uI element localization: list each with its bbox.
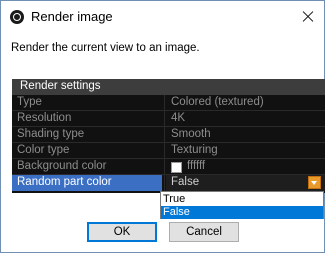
window-title: Render image: [31, 9, 113, 24]
property-value-combo[interactable]: False: [166, 175, 325, 191]
property-value[interactable]: Colored (textured): [166, 95, 325, 111]
property-value[interactable]: 4K: [166, 111, 325, 127]
property-value[interactable]: ffffff: [166, 159, 325, 175]
property-value[interactable]: Texturing: [166, 143, 325, 159]
property-row-shading-type[interactable]: Shading type Smooth: [12, 127, 325, 143]
dropdown-list: True False: [160, 191, 324, 219]
property-label: Random part color: [17, 176, 112, 188]
property-value-text: Colored (textured): [171, 96, 264, 108]
chevron-down-icon[interactable]: [308, 176, 321, 189]
property-value-text: ffffff: [187, 160, 206, 172]
close-icon[interactable]: [292, 1, 324, 33]
property-label: Shading type: [17, 128, 85, 140]
render-image-dialog: Render image Render the current view to …: [0, 0, 325, 253]
property-grid: Render settings Type Colored (textured) …: [12, 79, 325, 193]
property-row-type[interactable]: Type Colored (textured): [12, 95, 325, 111]
property-label: Color type: [17, 144, 70, 156]
property-label: Background color: [17, 160, 107, 172]
property-value-text: False: [171, 176, 200, 188]
property-row-color-type[interactable]: Color type Texturing: [12, 143, 325, 159]
app-logo-icon: [10, 10, 24, 24]
property-row-random-part-color[interactable]: Random part color False: [12, 175, 325, 191]
property-value-text: 4K: [171, 112, 186, 124]
dropdown-option-label: True: [163, 193, 186, 205]
grid-header: Render settings: [12, 79, 325, 95]
property-value-text: Smooth: [171, 128, 211, 140]
grid-header-label: Render settings: [20, 80, 101, 92]
property-value[interactable]: Smooth: [166, 127, 325, 143]
cancel-button[interactable]: Cancel: [169, 222, 239, 242]
property-row-resolution[interactable]: Resolution 4K: [12, 111, 325, 127]
dropdown-option-label: False: [163, 206, 190, 218]
property-value-text: Texturing: [171, 144, 218, 156]
dialog-description: Render the current view to an image.: [11, 42, 200, 54]
title-bar: Render image: [1, 1, 324, 33]
ok-button[interactable]: OK: [87, 222, 157, 242]
color-swatch[interactable]: [171, 162, 182, 173]
dropdown-option-false[interactable]: False: [161, 206, 323, 219]
property-row-background-color[interactable]: Background color ffffff: [12, 159, 325, 175]
dropdown-option-true[interactable]: True: [161, 193, 323, 206]
property-label: Type: [17, 96, 42, 108]
property-label: Resolution: [17, 112, 72, 124]
